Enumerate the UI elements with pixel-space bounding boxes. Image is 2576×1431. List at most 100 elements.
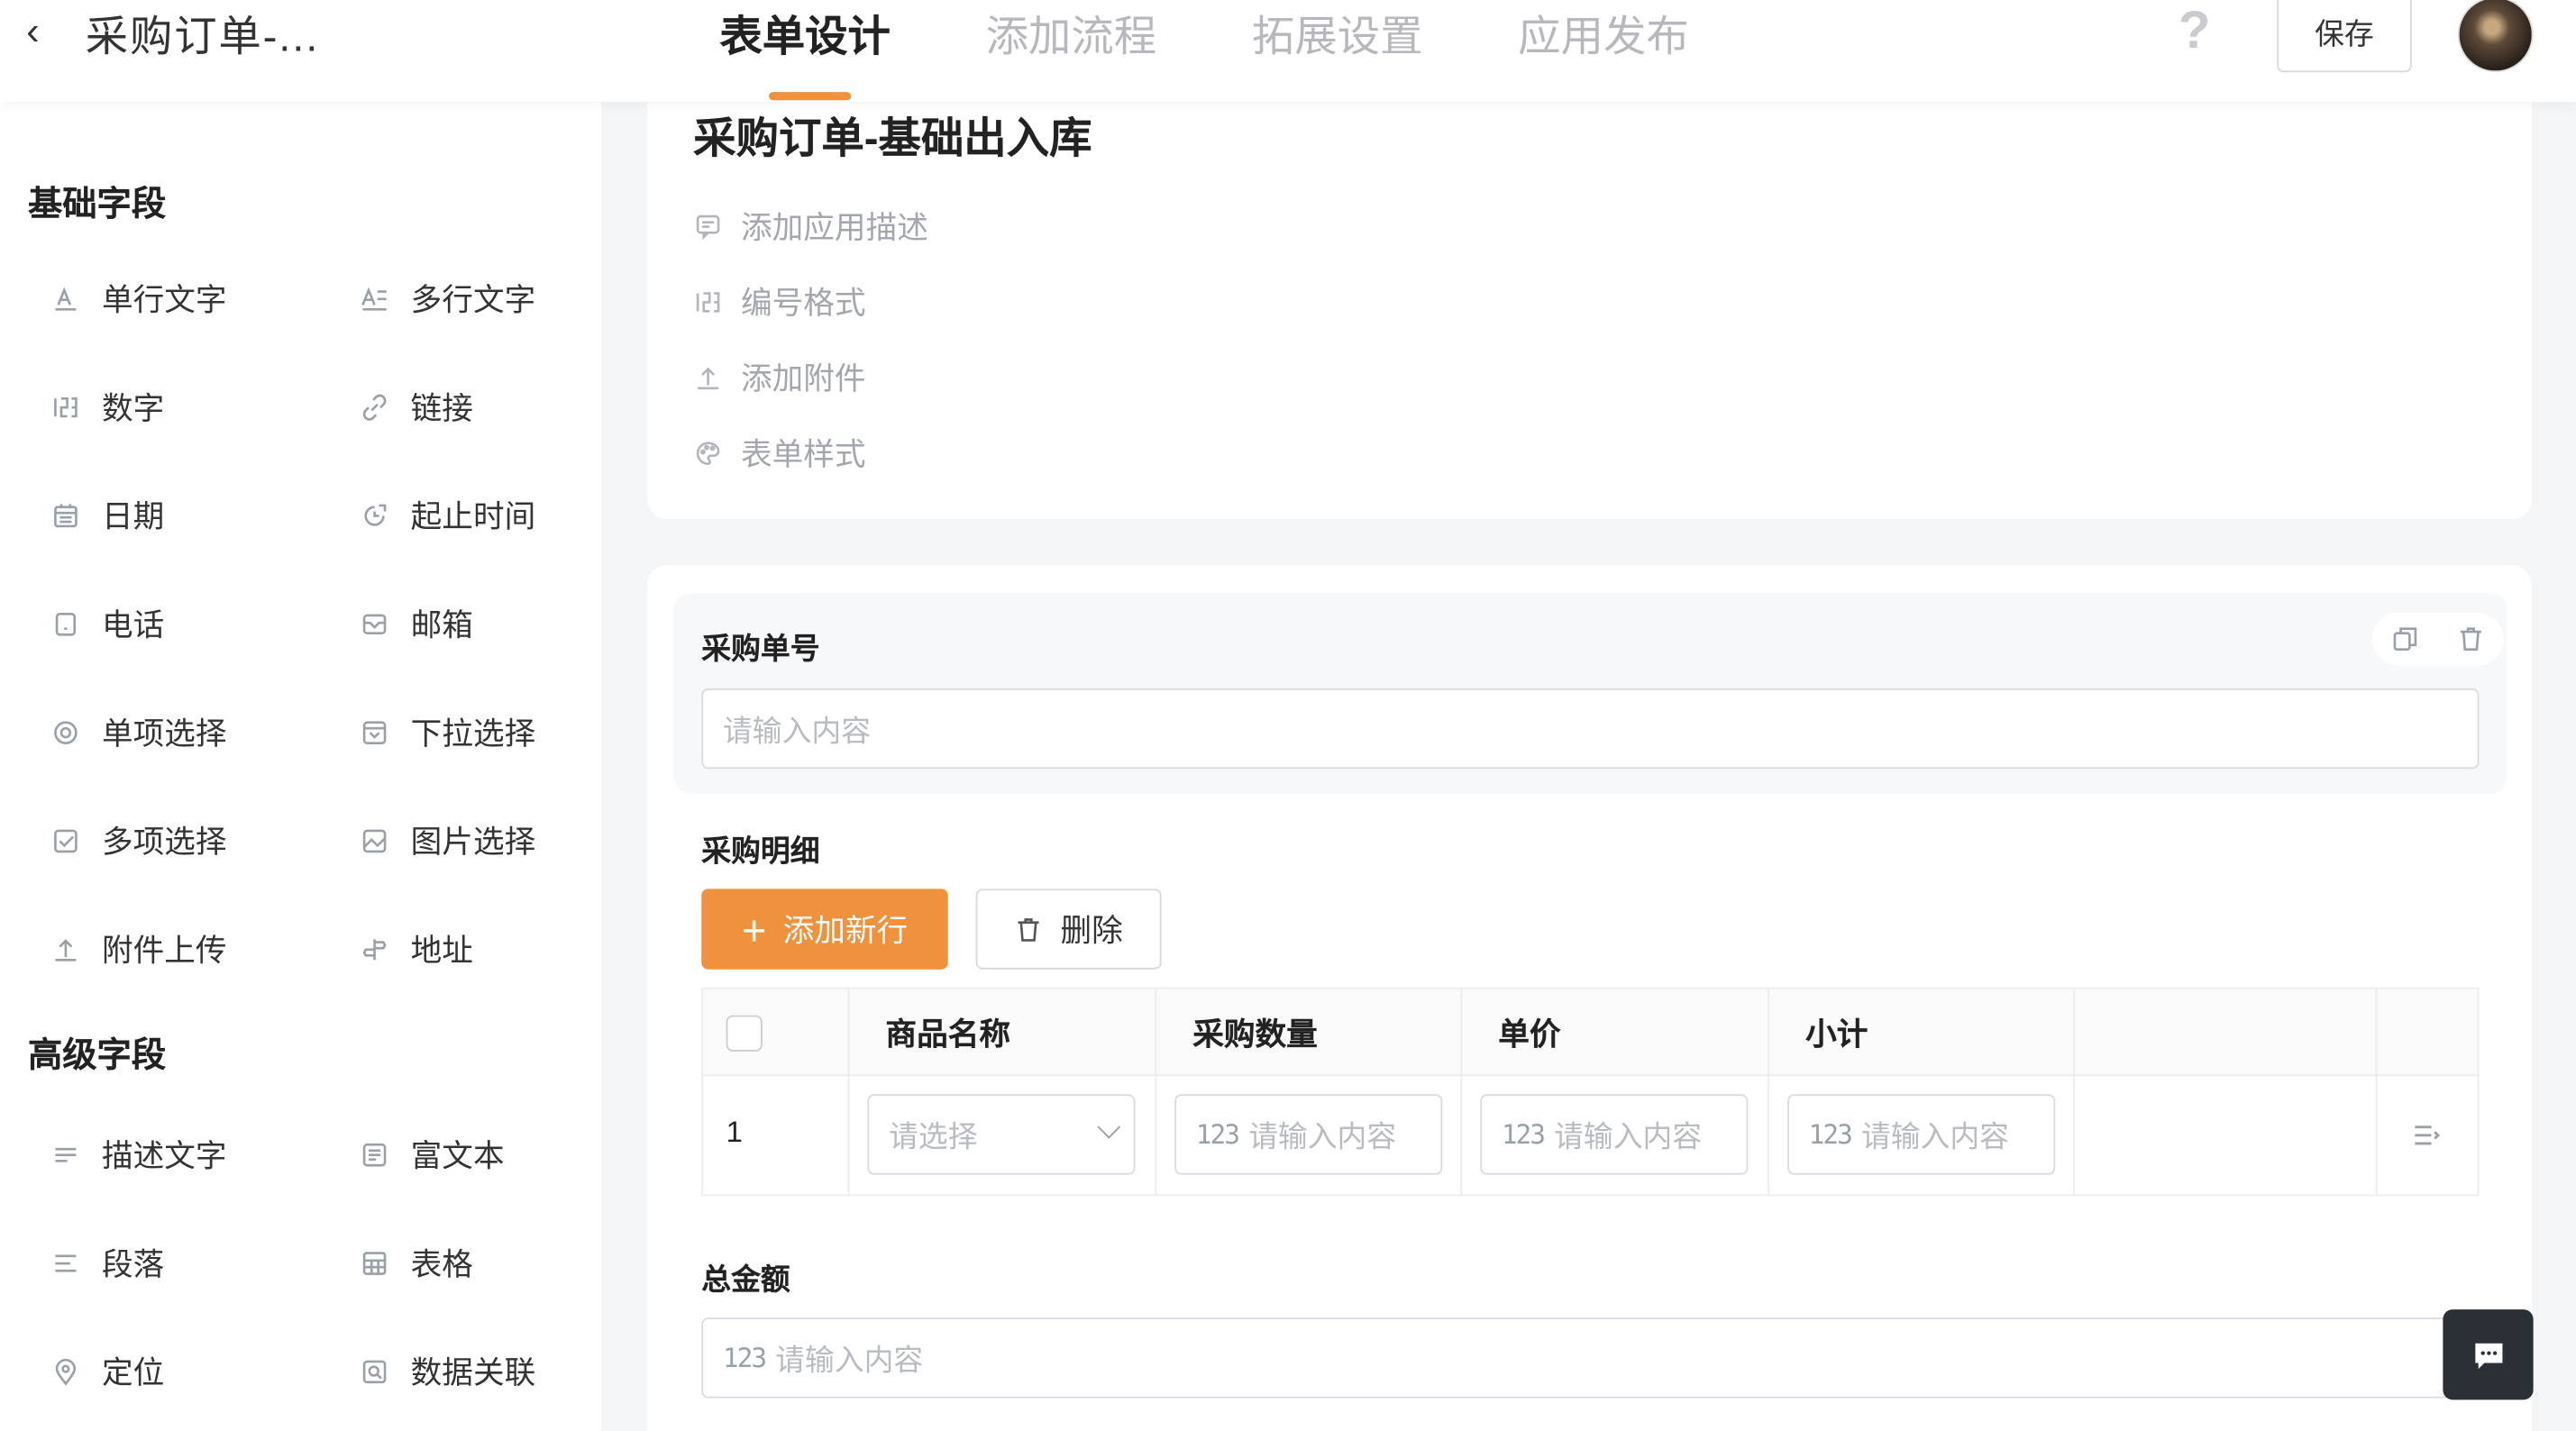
select-all-checkbox[interactable] bbox=[726, 1015, 763, 1052]
trash-icon bbox=[1019, 917, 1040, 941]
purchase-detail-label: 采购明细 bbox=[701, 834, 820, 868]
chat-icon bbox=[2474, 1342, 2502, 1369]
help-icon[interactable]: ? bbox=[2179, 0, 2211, 60]
app-title: 采购订单-... bbox=[85, 11, 320, 61]
order-no-field[interactable]: 采购单号 请输入内容 bbox=[673, 593, 2507, 794]
field-data-link[interactable]: 数据关联 bbox=[358, 1349, 535, 1393]
price-cell: 123 请输入内容 bbox=[1462, 1076, 1770, 1195]
total-amount-label: 总金额 bbox=[701, 1263, 790, 1297]
field-palette-sidebar: 基础字段 单行文字 多行文字 数字 链接 日期 起止时间 电话 邮箱 单项选择 … bbox=[0, 102, 602, 1431]
paragraph-icon bbox=[50, 1246, 82, 1279]
qty-input[interactable]: 123 请输入内容 bbox=[1174, 1094, 1443, 1175]
chevron-left-icon[interactable]: ‹ bbox=[26, 10, 66, 56]
number-icon: 123 bbox=[1808, 1118, 1853, 1151]
comment-icon bbox=[696, 214, 720, 240]
image-icon bbox=[358, 824, 390, 856]
column-header: 采购数量 bbox=[1156, 989, 1463, 1077]
data-link-icon bbox=[358, 1354, 390, 1387]
column-header: 小计 bbox=[1769, 989, 2076, 1077]
field-description[interactable]: 描述文字 bbox=[50, 1132, 227, 1176]
tab-form-design[interactable]: 表单设计 bbox=[690, 0, 956, 102]
row-index: 1 bbox=[726, 1115, 743, 1149]
tab-app-publish[interactable]: 应用发布 bbox=[1488, 0, 1754, 102]
add-row-button[interactable]: + 添加新行 bbox=[701, 889, 948, 970]
tab-add-flow[interactable]: 添加流程 bbox=[956, 0, 1222, 102]
field-link[interactable]: 链接 bbox=[358, 385, 473, 429]
field-address[interactable]: 地址 bbox=[358, 926, 473, 971]
field-upload[interactable]: 附件上传 bbox=[50, 926, 227, 971]
chevron-down-icon bbox=[1097, 1115, 1121, 1139]
field-table[interactable]: 表格 bbox=[358, 1241, 473, 1285]
signpost-icon bbox=[358, 933, 390, 965]
column-header: 单价 bbox=[1462, 989, 1770, 1077]
table-icon bbox=[358, 1246, 390, 1279]
field-image[interactable]: 图片选择 bbox=[358, 818, 535, 862]
row-action-cell bbox=[2377, 1076, 2477, 1194]
table-header: 商品名称 采购数量 单价 小计 bbox=[703, 989, 2478, 1077]
field-number[interactable]: 数字 bbox=[50, 385, 164, 429]
form-name[interactable]: 采购订单-基础出入库 bbox=[693, 105, 1092, 166]
number-icon: 123 bbox=[1195, 1118, 1240, 1151]
delete-button[interactable]: 删除 bbox=[975, 889, 1162, 970]
order-no-input[interactable]: 请输入内容 bbox=[701, 688, 2480, 770]
number-icon bbox=[50, 390, 82, 423]
multi-line-text-icon bbox=[358, 282, 390, 314]
design-tabs: 表单设计 添加流程 拓展设置 应用发布 bbox=[690, 0, 1755, 102]
field-time-range[interactable]: 起止时间 bbox=[358, 493, 535, 537]
number-format-option[interactable]: 编号格式 bbox=[693, 279, 866, 324]
app-frame: ‹ 采购订单-... 表单设计 添加流程 拓展设置 应用发布 ? 保存 基础字段… bbox=[0, 0, 2576, 1431]
trash-icon[interactable] bbox=[2456, 624, 2486, 654]
palette-icon bbox=[696, 441, 720, 465]
field-multi-line-text[interactable]: 多行文字 bbox=[358, 276, 535, 320]
field-location[interactable]: 定位 bbox=[50, 1349, 164, 1393]
number-icon: 123 bbox=[722, 1342, 767, 1374]
copy-icon[interactable] bbox=[2390, 624, 2420, 654]
checkbox-icon bbox=[50, 824, 82, 856]
basic-fields-title: 基础字段 bbox=[27, 186, 167, 223]
price-input[interactable]: 123 请输入内容 bbox=[1480, 1094, 1749, 1175]
form-style-option[interactable]: 表单样式 bbox=[693, 431, 866, 475]
dropdown-icon bbox=[358, 716, 390, 748]
upload-icon bbox=[50, 933, 82, 965]
avatar[interactable] bbox=[2457, 0, 2534, 73]
time-range-icon bbox=[358, 498, 390, 531]
chat-button[interactable] bbox=[2443, 1309, 2534, 1400]
table-row-index-cell: 1 bbox=[703, 1076, 850, 1195]
field-rich-text[interactable]: 富文本 bbox=[358, 1132, 505, 1176]
field-radio[interactable]: 单项选择 bbox=[50, 710, 227, 754]
field-single-line-text[interactable]: 单行文字 bbox=[50, 276, 227, 320]
single-line-text-icon bbox=[50, 282, 82, 314]
field-paragraph[interactable]: 段落 bbox=[50, 1241, 164, 1285]
row-settings-icon[interactable] bbox=[2410, 1119, 2443, 1152]
link-icon bbox=[358, 390, 390, 423]
select-all-cell bbox=[703, 989, 850, 1077]
field-mail[interactable]: 邮箱 bbox=[358, 601, 473, 645]
top-header: ‹ 采购订单-... 表单设计 添加流程 拓展设置 应用发布 ? 保存 bbox=[0, 0, 2576, 103]
add-description-option[interactable]: 添加应用描述 bbox=[693, 204, 928, 248]
field-dropdown[interactable]: 下拉选择 bbox=[358, 710, 535, 754]
field-phone[interactable]: 电话 bbox=[50, 601, 164, 645]
product-select[interactable]: 请选择 bbox=[867, 1094, 1136, 1175]
subtotal-cell: 123 请输入内容 bbox=[1769, 1076, 2076, 1195]
save-button[interactable]: 保存 bbox=[2277, 0, 2412, 73]
subtotal-input[interactable]: 123 请输入内容 bbox=[1787, 1094, 2056, 1175]
plus-icon: + bbox=[741, 904, 767, 954]
upload-icon bbox=[698, 366, 719, 389]
column-header: 商品名称 bbox=[849, 989, 1157, 1077]
location-icon bbox=[50, 1354, 82, 1387]
rich-text-icon bbox=[358, 1138, 390, 1171]
total-amount-input[interactable]: 123 请输入内容 bbox=[701, 1317, 2480, 1399]
form-fields-card: 采购单号 请输入内容 采购明细 + 添加新行 删除 商品名称 采购数量 单价 小… bbox=[647, 565, 2532, 1431]
column-header-empty bbox=[2075, 989, 2378, 1077]
tab-extend-settings[interactable]: 拓展设置 bbox=[1222, 0, 1488, 102]
qty-cell: 123 请输入内容 bbox=[1156, 1076, 1463, 1195]
purchase-detail-table: 商品名称 采购数量 单价 小计 1 请选择 123 请输入内容 123 请输入内… bbox=[701, 987, 2480, 1197]
number-icon: 123 bbox=[1501, 1118, 1546, 1151]
add-attachment-option[interactable]: 添加附件 bbox=[693, 355, 866, 399]
description-icon bbox=[50, 1138, 82, 1171]
empty-cell bbox=[2075, 1076, 2378, 1195]
number-format-icon bbox=[696, 291, 720, 312]
radio-icon bbox=[50, 716, 82, 748]
field-checkbox[interactable]: 多项选择 bbox=[50, 818, 227, 862]
field-date[interactable]: 日期 bbox=[50, 493, 164, 537]
